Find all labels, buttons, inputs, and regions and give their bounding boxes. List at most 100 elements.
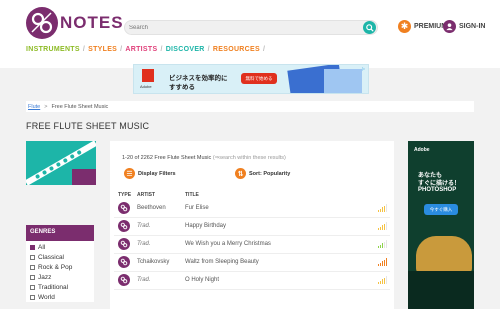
display-filters-label: Display Filters (138, 170, 176, 177)
genre-all[interactable]: All (30, 242, 90, 252)
genre-label: Jazz (38, 273, 52, 281)
table-row[interactable]: Trad. O Holy Night (114, 273, 390, 290)
genre-label: Classical (38, 253, 65, 261)
row-artist[interactable]: Trad. (137, 223, 151, 229)
genre-traditional[interactable]: Traditional (30, 282, 90, 292)
signin-label: SIGN-IN (459, 23, 486, 30)
genre-classical[interactable]: Classical (30, 252, 90, 262)
table-row[interactable]: Trad. Happy Birthday (114, 219, 390, 236)
row-title[interactable]: Happy Birthday (185, 223, 226, 229)
difficulty-icon (378, 258, 387, 266)
genre-label: World (38, 293, 55, 301)
column-header-title[interactable]: TITLE (185, 192, 199, 198)
difficulty-bar (385, 204, 387, 212)
breadcrumb-separator: > (44, 103, 48, 110)
nav-artists[interactable]: ARTISTS (125, 46, 157, 53)
checkbox-checked-icon[interactable] (30, 244, 35, 250)
checkbox-icon[interactable] (30, 274, 35, 280)
search-button[interactable] (363, 21, 376, 34)
sheet-music-icon (118, 202, 130, 214)
nav-resources[interactable]: RESOURCES (213, 46, 260, 53)
breadcrumb: Flute > Free Flute Sheet Music (26, 101, 474, 112)
genres-heading: GENRES (26, 225, 94, 241)
top-advertisement[interactable]: Adobe ビジネスを効率的に すすめる 無料で始める ▷ (133, 64, 369, 94)
ad-close-icon[interactable]: ▷ (362, 66, 367, 71)
logo-icon[interactable] (26, 7, 58, 39)
checkbox-icon[interactable] (30, 294, 35, 300)
ad-side-line-2: すぐに描ける！ (418, 181, 461, 187)
breadcrumb-current: Free Flute Sheet Music (51, 103, 109, 110)
sheet-music-icon (118, 256, 130, 268)
table-row[interactable]: Beethoven Fur Elise (114, 201, 390, 218)
search-bar (124, 20, 378, 35)
signin-link[interactable]: SIGN-IN (443, 20, 485, 33)
row-title[interactable]: Waltz from Sleeping Beauty (185, 259, 259, 265)
row-title[interactable]: O Holy Night (185, 277, 219, 283)
genres-filter: GENRES All Classical Rock & Pop Jazz Tra… (26, 225, 94, 302)
checkbox-icon[interactable] (30, 254, 35, 260)
genre-label: Rock & Pop (38, 263, 73, 271)
row-title[interactable]: Fur Elise (185, 205, 209, 211)
row-artist[interactable]: Trad. (137, 241, 151, 247)
nav-instruments[interactable]: INSTRUMENTS (26, 46, 80, 53)
column-header-type[interactable]: TYPE (118, 192, 131, 198)
row-artist[interactable]: Beethoven (137, 205, 166, 211)
nav-separator: / (160, 46, 163, 53)
table-row[interactable]: Trad. We Wish you a Merry Christmas (114, 237, 390, 254)
ad-side-product: PHOTOSHOP (418, 187, 457, 193)
checkbox-icon[interactable] (30, 264, 35, 270)
genre-world[interactable]: World (30, 292, 90, 302)
breadcrumb-root[interactable]: Flute (28, 104, 40, 110)
search-input[interactable] (129, 22, 359, 33)
star-icon: ✱ (398, 20, 411, 33)
genre-label: All (38, 243, 46, 251)
difficulty-icon (378, 276, 387, 284)
column-header-artist[interactable]: ARTIST (137, 192, 155, 198)
genre-label: Traditional (38, 283, 69, 291)
ad-line-2: すすめる (169, 84, 195, 91)
table-row[interactable]: Tchaikovsky Waltz from Sleeping Beauty (114, 255, 390, 272)
nav-separator: / (262, 46, 266, 53)
row-divider (114, 217, 390, 218)
genre-jazz[interactable]: Jazz (30, 272, 90, 282)
genre-rock-pop[interactable]: Rock & Pop (30, 262, 90, 272)
checkbox-icon[interactable] (30, 284, 35, 290)
nav-styles[interactable]: STYLES (88, 46, 117, 53)
difficulty-bar (385, 276, 387, 284)
nav-separator: / (82, 46, 86, 53)
flute-category-image (26, 141, 96, 185)
ad-side-foliage-image (408, 271, 474, 309)
sheet-music-icon (118, 274, 130, 286)
sort-button[interactable]: ⇅ Sort: Popularity (235, 168, 290, 179)
row-title[interactable]: We Wish you a Merry Christmas (185, 241, 271, 247)
display-filters-button[interactable]: ☰ Display Filters (124, 168, 176, 179)
ad-side-cta-button[interactable]: 今すぐ購入 (424, 204, 458, 215)
side-advertisement[interactable]: Adobe あなたも すぐに描ける！ PHOTOSHOP 今すぐ購入 (408, 141, 474, 309)
sheet-music-icon (118, 220, 130, 232)
result-count-text: 1-20 of 2262 Free Flute Sheet Music (122, 155, 212, 161)
ad-document-image-2 (324, 69, 362, 93)
row-divider (114, 235, 390, 236)
ad-cta-button[interactable]: 無料で始める (241, 73, 277, 84)
search-within-link[interactable]: (⇒search within these results) (213, 155, 286, 161)
premium-link[interactable]: ✱ PREMIUM (398, 20, 447, 33)
ad-side-brand: Adobe (414, 147, 430, 153)
difficulty-icon (378, 204, 387, 212)
row-divider (114, 289, 390, 290)
nav-discover[interactable]: DISCOVER (166, 46, 205, 53)
difficulty-bar (385, 222, 387, 230)
results-panel: 1-20 of 2262 Free Flute Sheet Music (⇒se… (110, 141, 394, 309)
nav-separator: / (120, 46, 123, 53)
ad-brand: Adobe (140, 84, 152, 89)
row-artist[interactable]: Trad. (137, 277, 151, 283)
result-count: 1-20 of 2262 Free Flute Sheet Music (⇒se… (122, 155, 286, 161)
sort-label: Sort: Popularity (249, 170, 291, 177)
top-header: NOTES ✱ PREMIUM SIGN-IN INSTRUMENTS/ STY… (0, 0, 500, 68)
genres-list: All Classical Rock & Pop Jazz Traditiona… (26, 241, 94, 302)
brand-name[interactable]: NOTES (60, 13, 124, 33)
sheet-music-icon (118, 238, 130, 250)
difficulty-icon (378, 222, 387, 230)
main-nav: INSTRUMENTS / STYLES / ARTISTS / DISCOVER / … (26, 46, 268, 53)
row-artist[interactable]: Tchaikovsky (137, 259, 169, 265)
sort-icon: ⇅ (235, 168, 246, 179)
